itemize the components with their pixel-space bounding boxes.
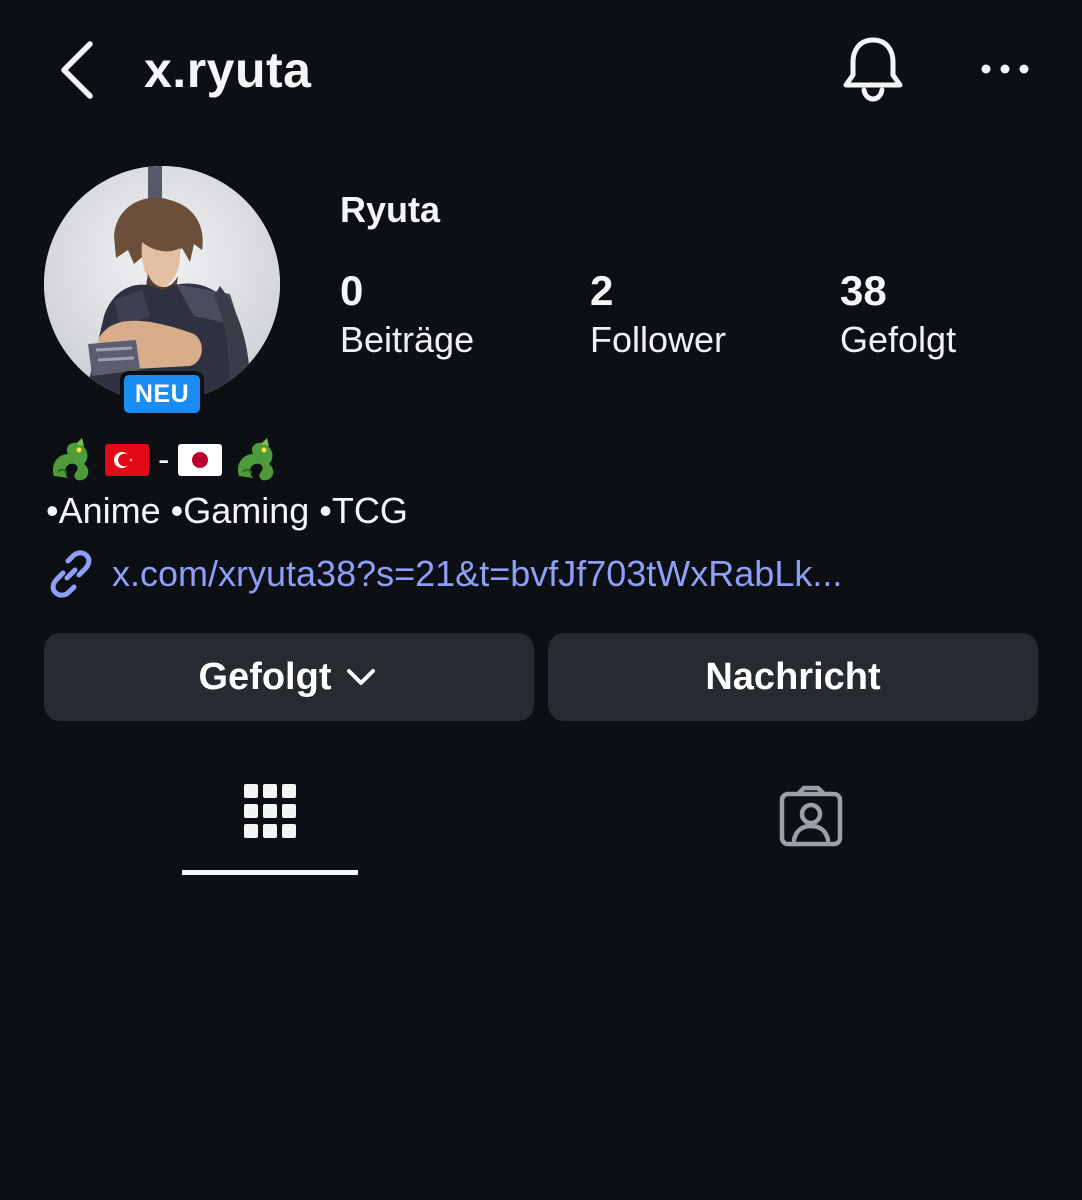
turkey-flag-emoji (105, 444, 149, 476)
message-button[interactable]: Nachricht (548, 633, 1038, 721)
link-icon (50, 550, 92, 598)
chevron-left-icon (61, 41, 93, 99)
followers-count-label: Follower (590, 319, 727, 360)
back-button[interactable] (52, 38, 102, 102)
posts-count-value: 0 (340, 267, 364, 314)
followers-count[interactable]: 2 Follower (590, 266, 726, 364)
notifications-button[interactable] (838, 32, 908, 104)
posts-count-label: Beiträge (340, 319, 475, 360)
bio-link[interactable]: x.com/xryuta38?s=21&t=bvfJf703tWxRabLk..… (46, 550, 842, 598)
bell-icon (843, 37, 903, 102)
bio-emoji-line: - (46, 436, 281, 484)
following-button-label: Gefolgt (198, 655, 332, 698)
tab-posts-grid[interactable] (182, 770, 358, 876)
more-horizontal-icon (981, 64, 1029, 74)
dragon-emoji (52, 438, 89, 481)
japan-flag-emoji (178, 444, 223, 476)
avatar-illustration (44, 166, 280, 402)
posts-count: 0 Beiträge (340, 266, 474, 364)
active-tab-indicator (182, 870, 358, 875)
dragon-emoji (238, 438, 274, 481)
bio-text: •Anime •Gaming •TCG (46, 490, 408, 531)
tab-tagged[interactable] (752, 770, 870, 870)
display-name: Ryuta (340, 189, 441, 230)
profile-username-title: x.ryuta (144, 42, 312, 98)
grid-icon (244, 784, 296, 838)
followers-count-value: 2 (590, 267, 614, 314)
profile-avatar[interactable] (44, 166, 280, 402)
message-button-label: Nachricht (705, 655, 881, 698)
following-count[interactable]: 38 Gefolgt (840, 266, 956, 364)
more-options-button[interactable] (972, 48, 1038, 90)
chevron-down-icon (347, 669, 376, 685)
bio-emoji-dash: - (158, 441, 170, 479)
tagged-person-icon (779, 785, 843, 847)
new-badge: NEU (120, 371, 204, 417)
following-count-value: 38 (840, 267, 887, 314)
following-count-label: Gefolgt (840, 319, 957, 360)
bio-link-text: x.com/xryuta38?s=21&t=bvfJf703tWxRabLk..… (112, 553, 843, 594)
following-button[interactable]: Gefolgt (44, 633, 534, 721)
